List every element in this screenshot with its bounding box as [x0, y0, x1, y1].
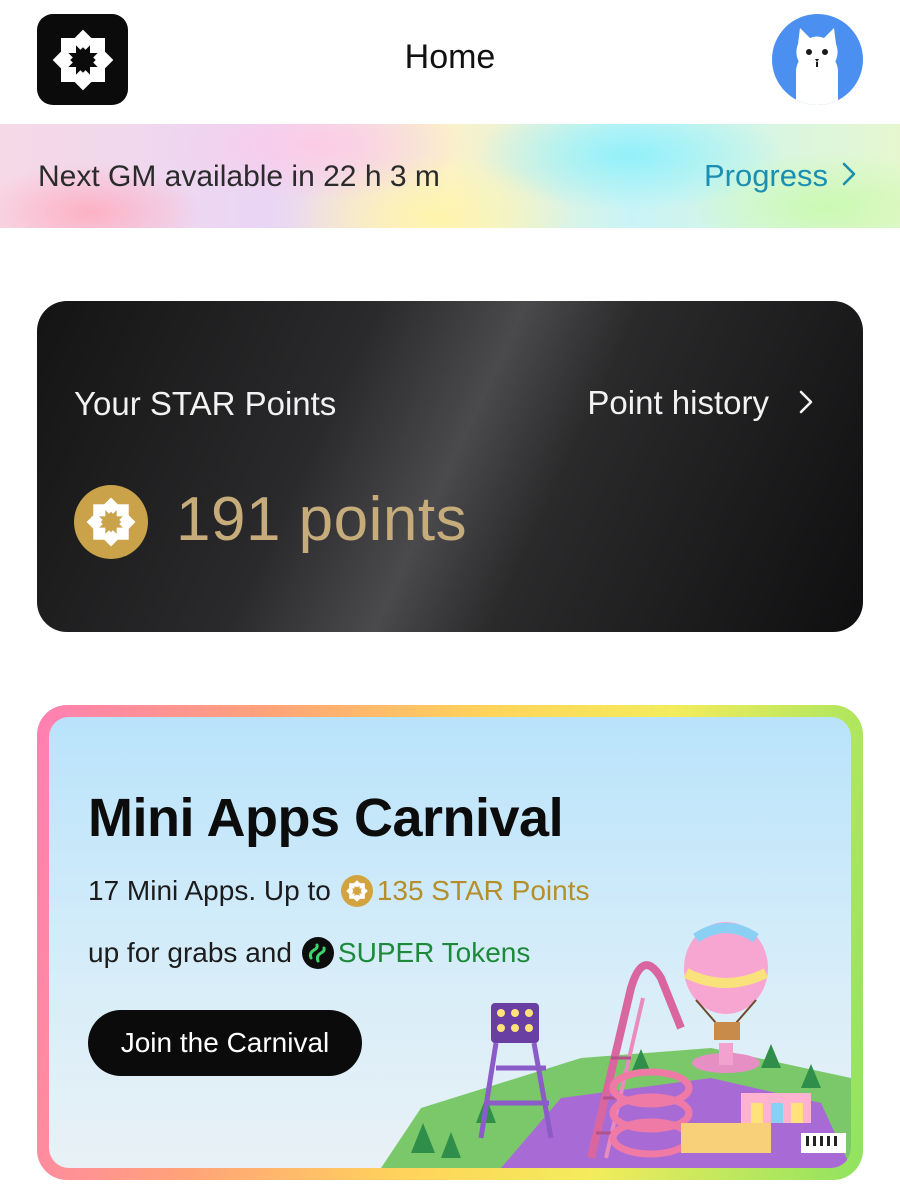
page-title: Home	[404, 38, 496, 76]
star-points-value: 191 points	[176, 485, 468, 554]
carnival-theme-park-illustration	[381, 908, 851, 1168]
star-points-card: Your STAR Points Point history 191 point…	[37, 301, 863, 632]
progress-link[interactable]: Progress	[704, 158, 856, 194]
join-carnival-button[interactable]: Join the Carnival	[88, 1010, 362, 1076]
star-points-highlight: 135 STAR Points	[376, 875, 590, 906]
chevron-right-icon	[842, 158, 856, 194]
app-header: Home	[0, 0, 900, 122]
chevron-right-icon	[799, 384, 813, 422]
cat-avatar-icon	[796, 28, 838, 105]
carnival-line2-prefix: up for grabs and	[88, 937, 292, 968]
star-coin-icon	[74, 485, 148, 559]
progress-label: Progress	[703, 158, 828, 193]
point-history-link[interactable]: Point history	[587, 384, 813, 422]
carnival-card[interactable]: Mini Apps Carnival 17 Mini Apps. Up to 1…	[37, 705, 863, 1180]
carnival-card-body: Mini Apps Carnival 17 Mini Apps. Up to 1…	[49, 717, 851, 1168]
star-coin-icon	[340, 875, 373, 907]
star-points-label: Your STAR Points	[74, 385, 337, 422]
avatar[interactable]	[772, 14, 863, 105]
point-history-label: Point history	[587, 384, 769, 421]
carnival-line1-prefix: 17 Mini Apps. Up to	[88, 875, 331, 906]
gm-banner: Next GM available in 22 h 3 m Progress	[0, 124, 900, 228]
super-token-icon	[301, 937, 334, 969]
carnival-title: Mini Apps Carnival	[88, 788, 564, 848]
gm-countdown-text: Next GM available in 22 h 3 m	[38, 160, 440, 193]
carnival-description-line1: 17 Mini Apps. Up to 135 STAR Points	[88, 875, 590, 907]
